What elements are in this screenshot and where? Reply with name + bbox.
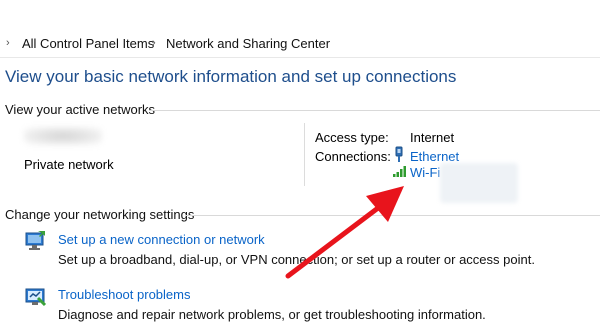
chevron-right-icon: › [6,37,10,49]
section-label-change-settings: Change your networking settings [5,207,195,222]
network-name-redacted [24,127,102,145]
network-type[interactable]: Private network [24,157,114,172]
connection-ethernet-link[interactable]: Ethernet [410,149,459,164]
page-title: View your basic network information and … [5,67,457,86]
access-type-label: Access type: [315,130,389,145]
header-divider [0,57,600,58]
connections-label: Connections: [315,149,391,164]
chevron-right-icon: › [152,37,156,49]
breadcrumb-item-all-control-panel[interactable]: All Control Panel Items [22,36,154,51]
troubleshoot-link[interactable]: Troubleshoot problems [58,287,190,302]
troubleshoot-description: Diagnose and repair network problems, or… [58,307,486,322]
breadcrumb: › All Control Panel Items › Network and … [0,30,600,56]
section-rule [149,110,600,111]
ethernet-icon [395,146,403,162]
access-type-value: Internet [410,130,455,145]
breadcrumb-item-network-sharing[interactable]: Network and Sharing Center [166,36,330,51]
troubleshoot-icon [25,288,47,307]
annotation-arrow [285,186,404,279]
section-label-active-networks: View your active networks [5,102,156,117]
setup-connection-link[interactable]: Set up a new connection or network [58,232,265,247]
new-connection-icon [25,231,45,250]
wifi-ssid-redacted [440,163,518,203]
